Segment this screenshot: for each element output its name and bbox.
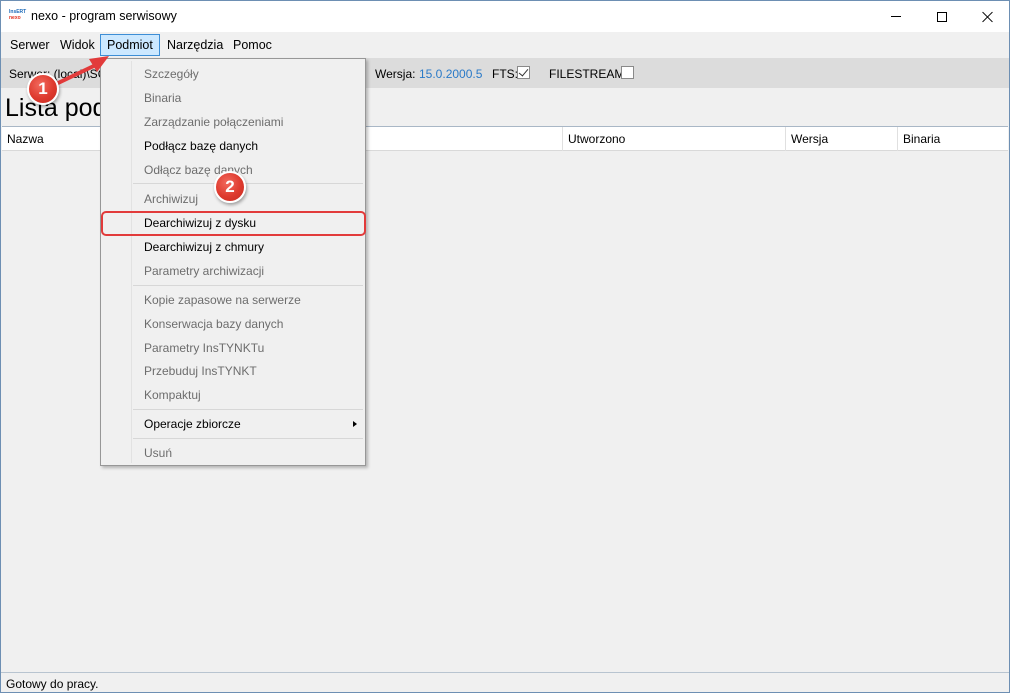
- menu-item-przebuduj-instynkt[interactable]: Przebuduj InsTYNKT: [103, 360, 363, 382]
- highlight-box-annotation: [101, 211, 366, 236]
- column-header-utworzono[interactable]: Utworzono: [562, 127, 785, 151]
- app-window: InsERT nexo nexo - program serwisowy Ser…: [0, 0, 1010, 693]
- menu-item-operacje-zbiorcze-label: Operacje zbiorcze: [144, 417, 241, 431]
- menu-separator: [133, 438, 363, 439]
- submenu-arrow-icon: [353, 421, 357, 427]
- menu-item-podlacz-baze[interactable]: Podłącz bazę danych: [103, 135, 363, 157]
- menu-item-binaria[interactable]: Binaria: [103, 87, 363, 109]
- menu-item-zarzadzanie-polaczeniami[interactable]: Zarządzanie połączeniami: [103, 111, 363, 133]
- title-bar: InsERT nexo nexo - program serwisowy: [1, 1, 1009, 32]
- menu-widok[interactable]: Widok: [53, 34, 102, 56]
- menu-item-konserwacja[interactable]: Konserwacja bazy danych: [103, 313, 363, 335]
- version-label: Wersja:: [375, 67, 416, 81]
- maximize-icon: [937, 11, 947, 22]
- column-header-wersja[interactable]: Wersja: [785, 127, 897, 151]
- menu-bar: Serwer Widok Podmiot Narzędzia Pomoc: [1, 32, 1009, 58]
- menu-podmiot[interactable]: Podmiot: [100, 34, 160, 56]
- menu-item-dearchiwizuj-z-chmury[interactable]: Dearchiwizuj z chmury: [103, 236, 363, 258]
- server-label: Serwer: (local)\SQ: [9, 67, 108, 81]
- step-2-badge: 2: [214, 171, 246, 203]
- status-bar: Gotowy do pracy.: [1, 672, 1009, 692]
- fts-label: FTS:: [492, 67, 518, 81]
- status-text: Gotowy do pracy.: [6, 677, 99, 691]
- menu-pomoc[interactable]: Pomoc: [226, 34, 279, 56]
- fts-checkbox[interactable]: [517, 66, 530, 79]
- menu-item-parametry-instynktu[interactable]: Parametry InsTYNKTu: [103, 337, 363, 359]
- window-title: nexo - program serwisowy: [31, 9, 177, 23]
- menu-item-usun[interactable]: Usuń: [103, 442, 363, 464]
- menu-item-kompaktuj[interactable]: Kompaktuj: [103, 384, 363, 406]
- filestream-checkbox[interactable]: [621, 66, 634, 79]
- app-logo-icon: InsERT nexo: [9, 9, 26, 23]
- menu-item-kopie-zapasowe[interactable]: Kopie zapasowe na serwerze: [103, 289, 363, 311]
- menu-separator: [133, 285, 363, 286]
- menu-item-operacje-zbiorcze[interactable]: Operacje zbiorcze: [103, 413, 363, 435]
- podmiot-dropdown-menu: Szczegóły Binaria Zarządzanie połączenia…: [100, 58, 366, 466]
- close-icon: [982, 11, 994, 23]
- maximize-button[interactable]: [919, 1, 965, 32]
- minimize-icon: [891, 16, 901, 17]
- menu-separator: [133, 183, 363, 184]
- menu-item-szczegoly[interactable]: Szczegóły: [103, 63, 363, 85]
- column-header-binaria[interactable]: Binaria: [897, 127, 1008, 151]
- filestream-label: FILESTREAM:: [549, 67, 628, 81]
- menu-serwer[interactable]: Serwer: [3, 34, 57, 56]
- minimize-button[interactable]: [873, 1, 919, 32]
- menu-separator: [133, 409, 363, 410]
- step-1-badge: 1: [27, 73, 59, 105]
- menu-narzedzia[interactable]: Narzędzia: [160, 34, 230, 56]
- close-button[interactable]: [965, 1, 1009, 32]
- app-logo-text-bottom: nexo: [9, 15, 21, 21]
- version-value: 15.0.2000.5: [419, 67, 483, 81]
- menu-item-parametry-archiwizacji[interactable]: Parametry archiwizacji: [103, 260, 363, 282]
